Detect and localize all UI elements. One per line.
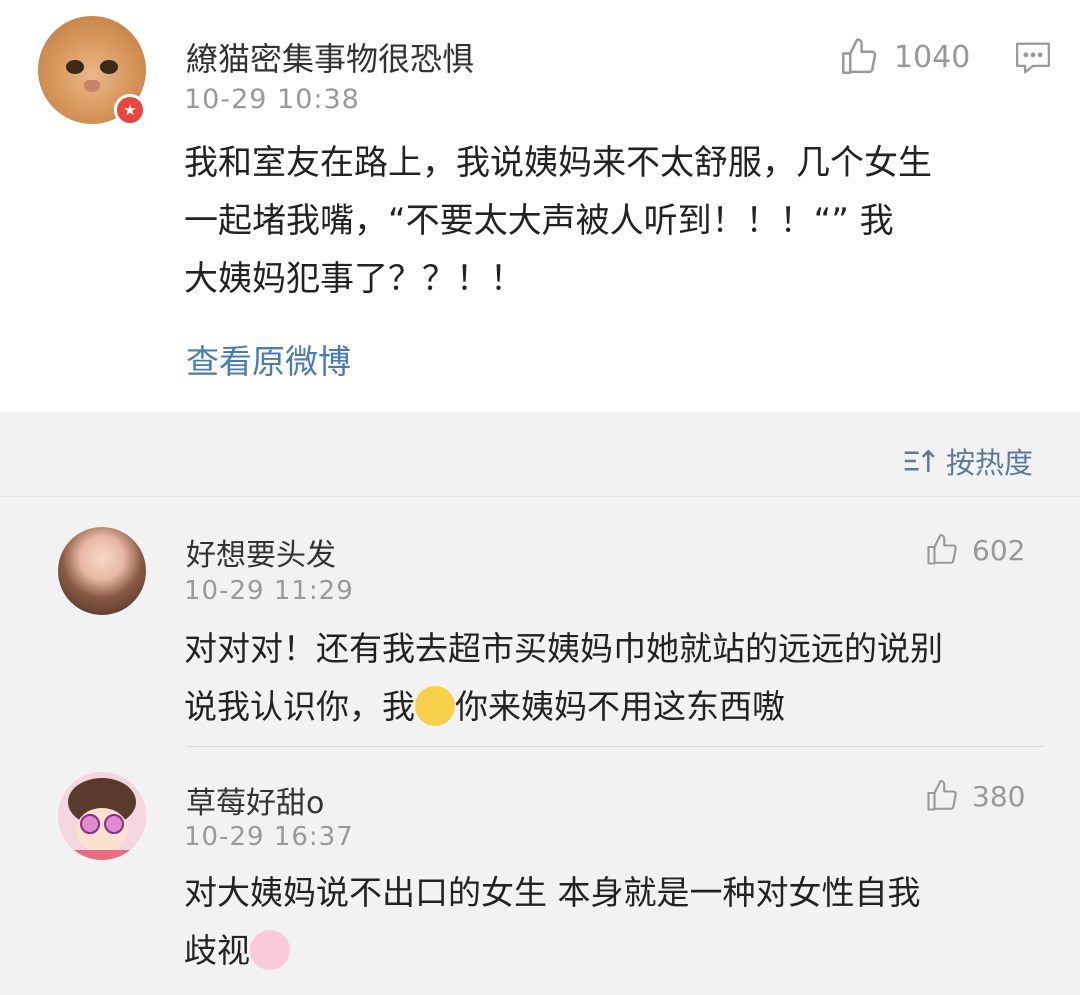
post-card: ★ 繚猫密集事物很恐惧 10-29 10:38 1040 我和室友在路上，我说姨… bbox=[0, 0, 1080, 412]
post-line: 大姨妈犯事了？？！！ bbox=[184, 259, 524, 299]
sort-icon bbox=[904, 449, 935, 473]
post-time: 10-29 10:38 bbox=[184, 84, 360, 115]
comment-body: 对对对！还有我去超市买姨妈巾她就站的远远的说别 说我认识你，我 你来姨妈不用这东西… bbox=[184, 620, 943, 736]
post-line: 我和室友在路上，我说姨妈来不太舒服，几个女生 bbox=[184, 143, 932, 183]
post-line: 一起堵我嘴，“不要太大声被人听到！！！“” 我 bbox=[184, 201, 894, 241]
surprised-emoji-icon bbox=[415, 686, 455, 726]
bunny-emoji-icon bbox=[250, 930, 290, 970]
divider bbox=[186, 746, 1044, 747]
like-count: 380 bbox=[972, 779, 1026, 813]
thumbs-up-icon bbox=[927, 533, 957, 565]
comment-icon[interactable] bbox=[1014, 40, 1052, 80]
author-name[interactable]: 繚猫密集事物很恐惧 bbox=[186, 34, 474, 80]
comment-line: 说我认识你，我 你来姨妈不用这东西嗷 bbox=[184, 686, 785, 726]
like-count: 602 bbox=[972, 533, 1026, 567]
commenter-name[interactable]: 好想要头发 bbox=[186, 530, 336, 574]
comment-time: 10-29 11:29 bbox=[184, 576, 354, 606]
comment-line: 对对对！还有我去超市买姨妈巾她就站的远远的说别 bbox=[184, 629, 943, 668]
commenter-name[interactable]: 草莓好甜o bbox=[186, 778, 324, 822]
thumbs-up-icon bbox=[927, 779, 957, 811]
view-original-link[interactable]: 查看原微博 bbox=[186, 335, 351, 383]
divider bbox=[0, 496, 1080, 497]
commenter-avatar[interactable] bbox=[58, 772, 146, 860]
like-button[interactable]: 380 bbox=[924, 778, 1025, 814]
comment-line: 歧视 bbox=[184, 922, 921, 980]
like-count: 1040 bbox=[894, 39, 971, 75]
comment-line: 对大姨妈说不出口的女生 本身就是一种对女性自我 bbox=[184, 873, 921, 912]
comment-body: 对大姨妈说不出口的女生 本身就是一种对女性自我 歧视 bbox=[184, 864, 921, 980]
like-button[interactable]: 1040 bbox=[838, 36, 970, 78]
like-button[interactable]: 602 bbox=[924, 532, 1025, 568]
sort-label: 按热度 bbox=[946, 446, 1034, 480]
comment-time: 10-29 16:37 bbox=[184, 822, 354, 852]
verified-badge-icon: ★ bbox=[114, 94, 146, 126]
thumbs-up-icon bbox=[842, 38, 877, 74]
commenter-avatar[interactable] bbox=[58, 527, 146, 615]
post-body: 我和室友在路上，我说姨妈来不太舒服，几个女生 一起堵我嘴，“不要太大声被人听到！… bbox=[184, 134, 932, 308]
sort-by-hot-button[interactable]: 按热度 bbox=[902, 440, 1033, 482]
